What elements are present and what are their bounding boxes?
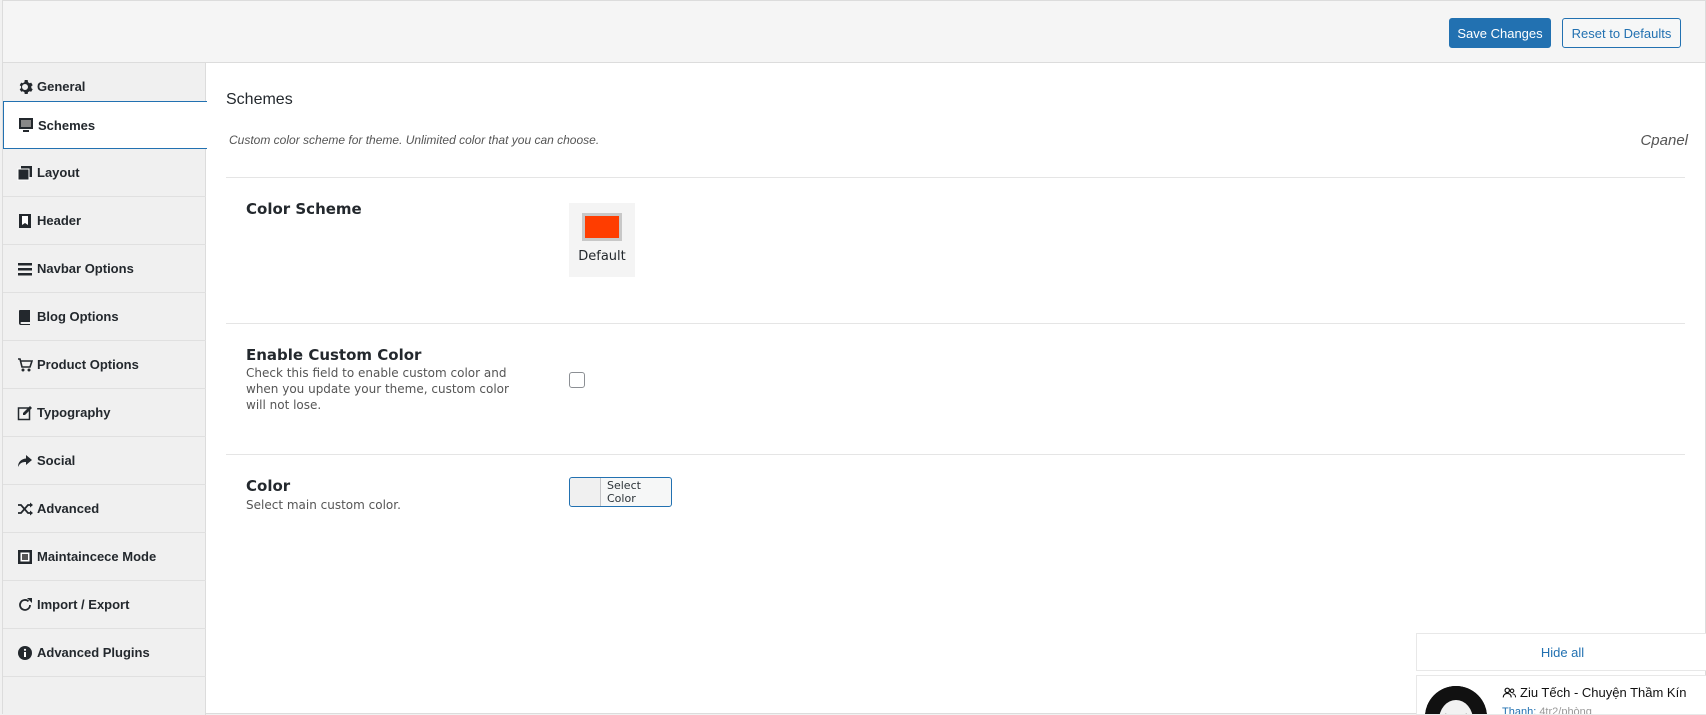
sidebar-item-label: Typography — [37, 405, 111, 420]
color-scheme-label: Color Scheme — [246, 200, 362, 218]
scheme-option-default[interactable]: Default — [569, 203, 635, 277]
color-preview — [570, 478, 601, 506]
brand-label: Cpanel — [1640, 132, 1688, 149]
book-icon — [17, 309, 33, 325]
section-description: Custom color scheme for theme. Unlimited… — [229, 133, 600, 147]
sidebar-item-label: Header — [37, 213, 82, 228]
sidebar-item-schemes[interactable]: Schemes — [3, 101, 207, 149]
sidebar-item-layout[interactable]: Layout — [3, 149, 206, 197]
divider — [226, 177, 1685, 178]
select-color-button[interactable]: Select Color — [569, 477, 672, 507]
notification-title-text: Ziu Tếch - Chuyện Thầm Kín — [1520, 685, 1687, 700]
hide-all-button[interactable]: Hide all — [1416, 633, 1706, 671]
edit-icon — [17, 405, 33, 421]
divider — [226, 323, 1685, 324]
top-toolbar: Save Changes Reset to Defaults — [3, 1, 1705, 63]
select-color-label: Select Color — [607, 479, 641, 505]
sidebar-item-label: Social — [37, 453, 76, 468]
sidebar-item-label: Product Options — [37, 357, 139, 372]
share-icon — [17, 453, 33, 469]
sidebar-item-advanced-plugins[interactable]: Advanced Plugins — [3, 629, 206, 677]
info-icon — [17, 645, 33, 661]
notification-card[interactable]: Ziu Tếch - Chuyện Thầm Kín Thanh: 4tr2/p… — [1416, 675, 1706, 715]
sidebar-item-header[interactable]: Header — [3, 197, 206, 245]
sidebar-item-label: Import / Export — [37, 597, 130, 612]
sidebar-item-label: Advanced — [37, 501, 100, 516]
bars-icon — [17, 261, 33, 277]
sidebar-item-label: Blog Options — [37, 309, 119, 324]
sidebar-item-label: Schemes — [38, 117, 96, 133]
scheme-name: Default — [578, 249, 626, 264]
sidebar-item-typography[interactable]: Typography — [3, 389, 206, 437]
sidebar-item-label: Navbar Options — [37, 261, 134, 276]
save-changes-button[interactable]: Save Changes — [1449, 18, 1551, 48]
sidebar-item-import-export[interactable]: Import / Export — [3, 581, 206, 629]
avatar — [1425, 686, 1487, 714]
notification-title: Ziu Tếch - Chuyện Thầm Kín — [1502, 685, 1686, 700]
color-label: Color — [246, 477, 291, 495]
divider — [226, 454, 1685, 455]
bookmark-icon — [17, 213, 33, 229]
image-icon — [17, 549, 33, 565]
sidebar-item-label: General — [37, 79, 86, 94]
copy-icon — [17, 165, 33, 181]
enable-custom-color-description: Check this field to enable custom color … — [246, 366, 509, 412]
sidebar-item-navbar-options[interactable]: Navbar Options — [3, 245, 206, 293]
main-content: Schemes Custom color scheme for theme. U… — [206, 63, 1705, 713]
sidebar-item-label: Layout — [37, 165, 80, 180]
sidebar-item-product-options[interactable]: Product Options — [3, 341, 206, 389]
sidebar-item-label: Advanced Plugins — [37, 645, 150, 660]
sidebar-item-blog-options[interactable]: Blog Options — [3, 293, 206, 341]
sidebar-item-advanced[interactable]: Advanced — [3, 485, 206, 533]
color-description: Select main custom color. — [246, 498, 401, 512]
notification-panel: Hide all Ziu Tếch - Chuyện Thầm Kín Than… — [1416, 633, 1706, 715]
section-title: Schemes — [226, 91, 293, 108]
enable-custom-color-label: Enable Custom Color — [246, 346, 422, 364]
enable-custom-color-checkbox[interactable] — [569, 372, 585, 388]
options-panel: Save Changes Reset to Defaults General S… — [2, 0, 1706, 715]
sidebar-item-label: Maintaincece Mode — [37, 549, 157, 564]
gear-icon — [17, 79, 33, 95]
cart-icon — [17, 357, 33, 373]
shuffle-icon — [17, 501, 33, 517]
monitor-icon — [18, 117, 34, 133]
refresh-icon — [17, 597, 33, 613]
scheme-swatch — [582, 213, 622, 241]
sidebar-nav: General Schemes Layout Header Navbar Opt — [3, 63, 207, 715]
sidebar-item-social[interactable]: Social — [3, 437, 206, 485]
sidebar-item-maintenance-mode[interactable]: Maintaincece Mode — [3, 533, 206, 581]
reset-defaults-button[interactable]: Reset to Defaults — [1562, 18, 1681, 48]
group-icon — [1502, 687, 1516, 697]
